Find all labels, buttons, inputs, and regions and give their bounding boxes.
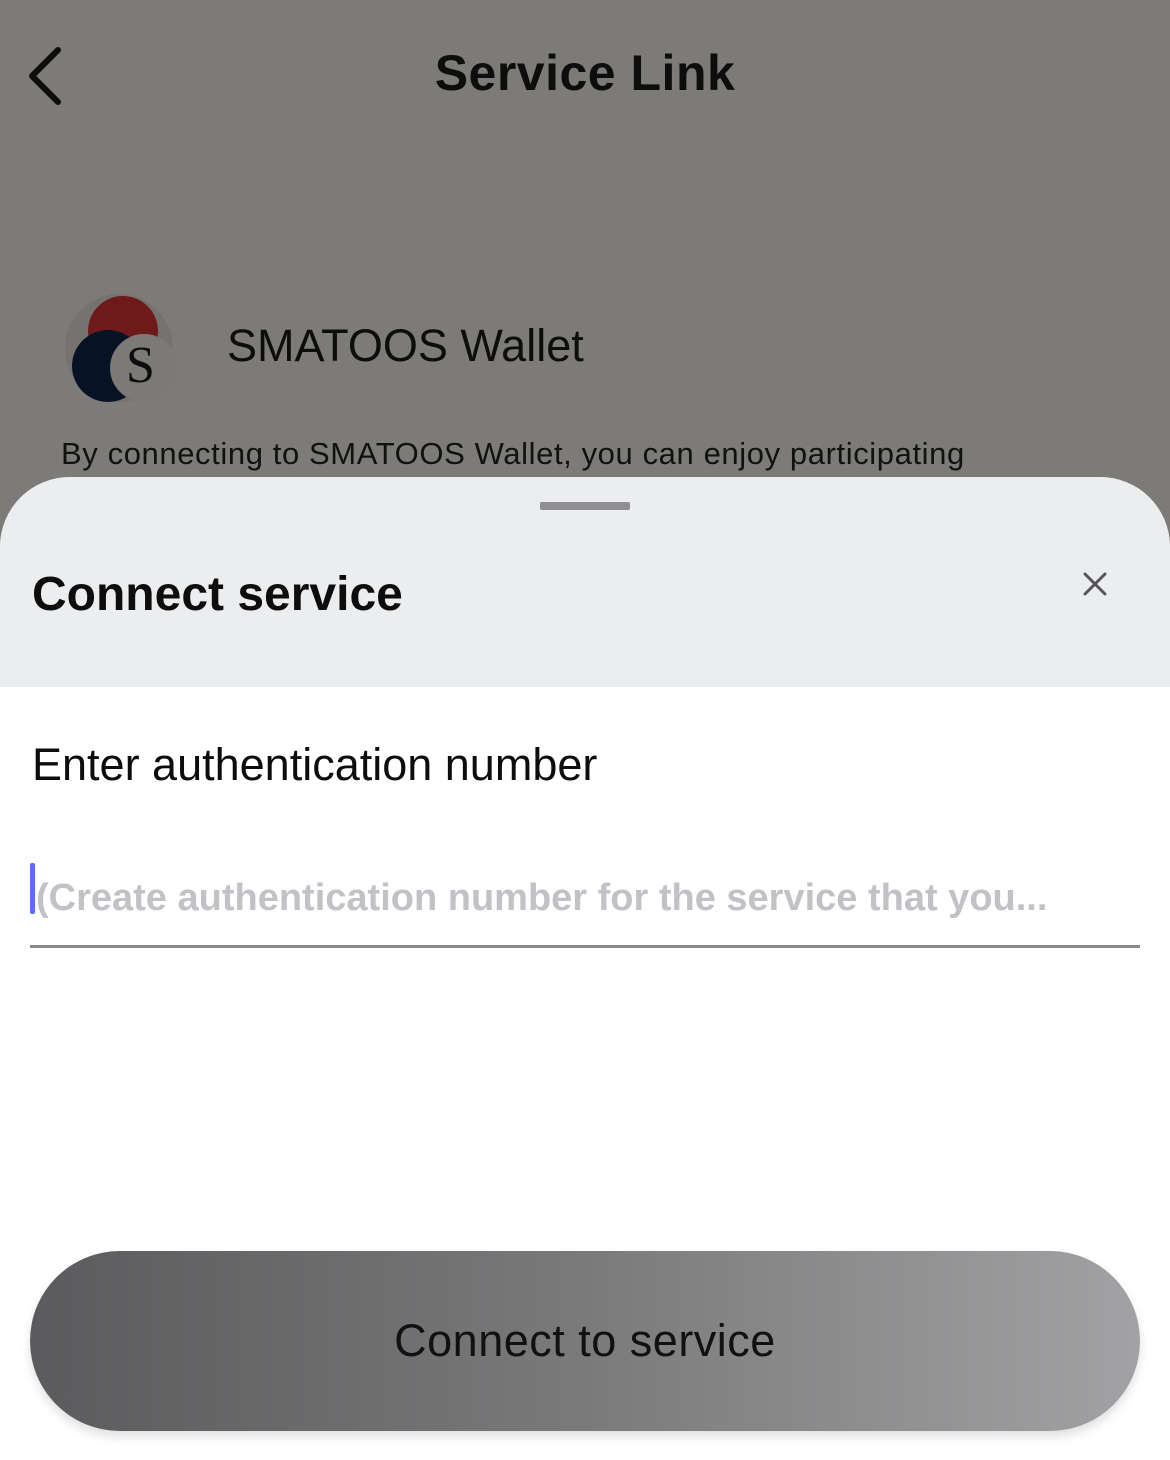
close-icon [1083, 572, 1107, 596]
connect-to-service-button[interactable]: Connect to service [30, 1251, 1140, 1431]
connect-service-sheet: Connect service Enter authentication num… [0, 477, 1170, 1460]
service-row: S SMATOOS Wallet [60, 292, 1120, 407]
sheet-title: Connect service [32, 568, 403, 621]
service-name: SMATOOS Wallet [227, 320, 584, 371]
auth-number-input[interactable] [30, 852, 1140, 948]
logo-letter: S [126, 337, 155, 394]
page-title: Service Link [434, 45, 736, 101]
service-description: By connecting to SMATOOS Wallet, you can… [61, 436, 965, 471]
auth-number-label: Enter authentication number [32, 739, 598, 790]
drag-handle[interactable] [540, 502, 630, 510]
nav-bar: Service Link [0, 0, 1170, 150]
text-caret [30, 863, 35, 914]
sheet-header: Connect service [0, 477, 1170, 687]
service-logo: S [60, 292, 178, 404]
close-button[interactable] [1068, 557, 1122, 611]
